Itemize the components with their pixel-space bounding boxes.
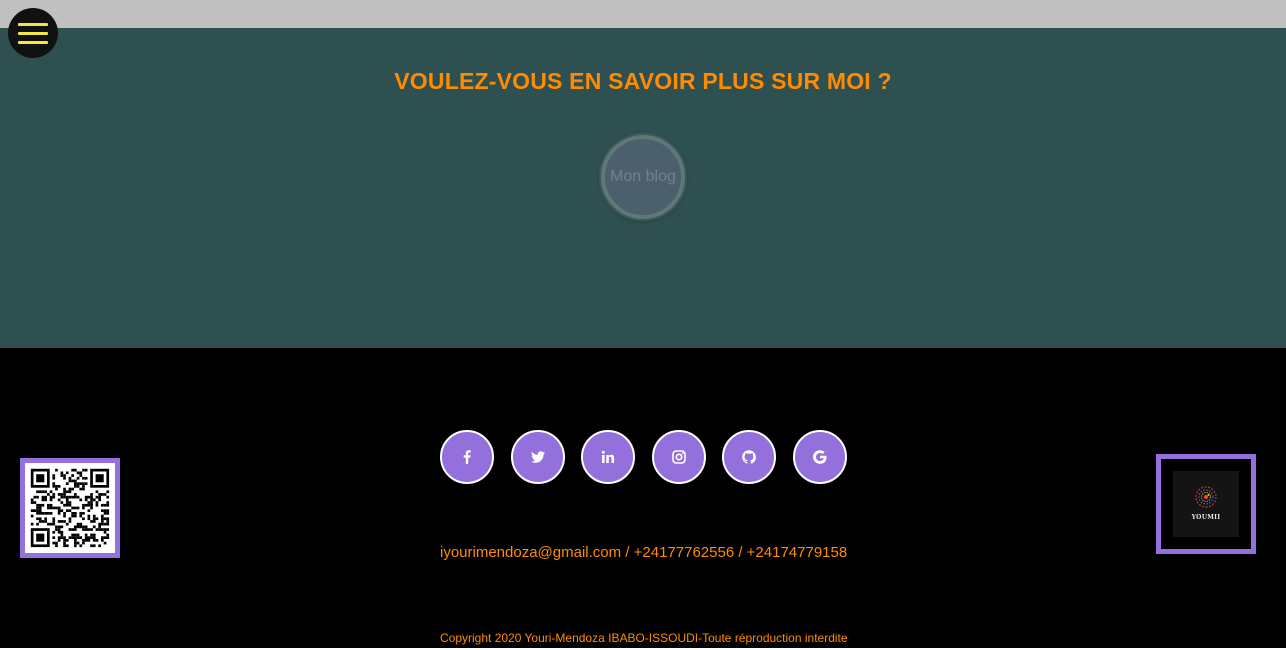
hamburger-menu-icon-bar — [18, 31, 48, 35]
twitter-link[interactable] — [511, 430, 565, 484]
about-section: VOULEZ-VOUS EN SAVOIR PLUS SUR MOI ? Mon… — [0, 28, 1286, 348]
logo-card: YOUMII — [1173, 471, 1239, 537]
logo-emblem-icon — [1195, 486, 1217, 508]
logo-text: YOUMII — [1191, 514, 1221, 521]
hamburger-menu-icon — [18, 22, 48, 26]
top-bar — [0, 0, 1286, 28]
social-links — [440, 430, 850, 484]
brand-logo[interactable]: YOUMII — [1161, 459, 1251, 549]
menu-button[interactable] — [8, 8, 58, 58]
google-icon — [813, 450, 827, 464]
facebook-link[interactable] — [440, 430, 494, 484]
qr-code-icon — [30, 468, 110, 548]
github-link[interactable] — [722, 430, 776, 484]
linkedin-icon — [601, 450, 615, 463]
google-link[interactable] — [793, 430, 847, 484]
github-icon — [742, 450, 756, 464]
instagram-icon — [672, 450, 686, 464]
copyright-text: Copyright 2020 Youri-Mendoza IBABO-ISSOU… — [440, 631, 848, 645]
twitter-icon — [531, 451, 545, 463]
instagram-link[interactable] — [652, 430, 706, 484]
linkedin-link[interactable] — [581, 430, 635, 484]
section-title: VOULEZ-VOUS EN SAVOIR PLUS SUR MOI ? — [394, 68, 892, 94]
hamburger-menu-icon-bar — [18, 40, 48, 44]
qr-code-frame — [20, 458, 120, 558]
footer: iyourimendoza@gmail.com / +24177762556 /… — [0, 348, 1286, 648]
blog-button[interactable]: Mon blog — [601, 135, 685, 219]
contact-info: iyourimendoza@gmail.com / +24177762556 /… — [440, 544, 848, 561]
facebook-icon — [463, 450, 471, 464]
qr-code-image — [25, 463, 115, 553]
logo-frame: YOUMII — [1156, 454, 1256, 554]
